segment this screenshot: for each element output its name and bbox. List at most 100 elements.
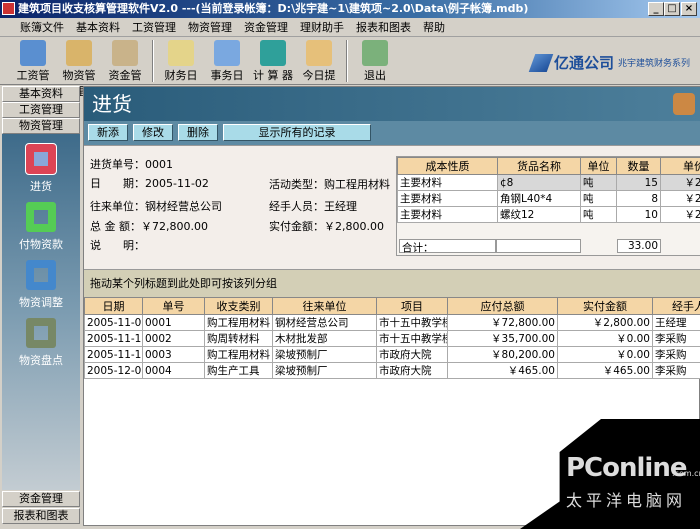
table-cell: ￥465.00 [557,362,653,379]
table-cell: 购生产工具 [204,362,273,379]
menu-item[interactable]: 报表和图表 [350,18,417,36]
purchase-header-icon [673,93,695,115]
nav-item[interactable]: 付物资款 [2,202,80,252]
table-row[interactable]: 2005-11-16 0003 购工程用材料 梁坡预制厂 市政府大院 ￥80,200.00… [84,346,700,363]
column-header[interactable]: 单号 [142,297,205,315]
toolbar-separator [346,40,348,82]
column-header[interactable]: 货品名称 [497,157,581,175]
table-cell: 购工程用材料 [204,314,273,331]
table-row[interactable]: 2005-11-02 0001 购工程用材料 钢材经营总公司 市十五中教学楼 ￥72,80… [84,314,700,331]
sum-quantity: 33.00 [617,239,661,253]
action-bar: 新添 修改 删除 显示所有的记录 [84,121,700,145]
nav-payroll[interactable]: 工资管理 [2,102,80,118]
column-header[interactable]: 单位 [580,157,617,175]
nav-item[interactable]: 进货 [2,143,80,194]
table-cell: 10 [616,206,661,223]
toolbar-button[interactable]: 计 算 器 [253,37,293,84]
column-header[interactable]: 应付总额 [447,297,558,315]
nav-item[interactable]: 物资调整 [2,260,80,310]
brand-logo-icon [528,53,554,72]
table-cell: 15 [616,174,661,191]
paid-value: ￥2,800.00 [324,220,384,233]
table-cell: 购工程用材料 [204,346,273,363]
table-cell: 梁坡预制厂 [272,346,377,363]
menu-item[interactable]: 理财助手 [294,18,350,36]
order-no-value: 0001 [145,158,173,171]
table-cell: ￥2,800.00 [557,314,653,331]
toolbar-button[interactable]: 退出 [355,37,395,84]
column-header[interactable]: 项目 [376,297,448,315]
table-row[interactable]: 主要材料角钢L40*4吨8￥2,200 [397,190,700,207]
payment-icon [26,202,56,232]
title-bar: 建筑项目收支核算管理软件V2.0 ---(当前登录帐簿：D:\兆宇建~1\建筑项… [0,0,700,18]
menu-item[interactable]: 帮助 [417,18,451,36]
show-all-button[interactable]: 显示所有的记录 [223,124,371,141]
column-header[interactable]: 实付金额 [557,297,653,315]
menu-item[interactable]: 物资管理 [182,18,238,36]
table-row[interactable]: 2005-11-15 0002 购周转材料 木材批发部 市十五中教学楼 ￥35,700.0… [84,330,700,347]
column-header[interactable]: 数量 [616,157,661,175]
column-header[interactable]: 日期 [84,297,143,315]
window-title: 建筑项目收支核算管理软件V2.0 ---(当前登录帐簿：D:\兆宇建~1\建筑项… [18,2,529,15]
table-cell: 李采购 [652,346,700,363]
column-header[interactable]: 单价 [660,157,700,175]
table-cell: 王经理 [652,314,700,331]
toolbar-separator [152,40,154,82]
nav-basic-info[interactable]: 基本资料 [2,86,80,102]
menu-item[interactable]: 资金管理 [238,18,294,36]
table-cell: ￥2,520 [660,206,700,223]
toolbar-button[interactable]: 事务日记 [207,37,247,98]
table-cell: 主要材料 [397,174,498,191]
toolbar-button[interactable]: 财务日历 [161,37,201,98]
table-cell: ¢8 [497,174,581,191]
toolbar-button[interactable]: 工资管理 [13,37,53,98]
total-value: ￥72,800.00 [141,220,208,233]
table-cell: 2005-11-16 [84,346,143,363]
group-by-area[interactable]: 拖动某个列标题到此处即可按该列分组 [84,269,700,297]
adjust-icon [26,260,56,290]
nav-panel: 进货付物资款物资调整物资盘点 [2,134,80,490]
table-row[interactable]: 2005-12-08 0004 购生产工具 梁坡预制厂 市政府大院 ￥465.00 ￥465… [84,362,700,379]
table-cell: ￥2,200 [660,190,700,207]
close-button[interactable]: × [681,2,697,16]
reminder-icon [306,40,332,66]
table-row[interactable]: 主要材料¢8吨15￥2,000 [397,174,700,191]
delete-button[interactable]: 删除 [178,124,218,141]
table-row[interactable]: 主要材料螺纹12吨10￥2,520 [397,206,700,223]
nav-item-label: 物资盘点 [19,354,63,367]
minimize-button[interactable]: _ [648,2,664,16]
table-cell: 吨 [580,174,617,191]
nav-item-label: 进货 [30,180,52,193]
column-header[interactable]: 往来单位 [272,297,377,315]
nav-item[interactable]: 物资盘点 [2,318,80,368]
nav-reports[interactable]: 报表和图表 [2,508,80,524]
table-cell: 市十五中教学楼 [376,314,448,331]
type-value: 购工程用材料 [324,178,390,191]
column-header[interactable]: 收支类别 [204,297,273,315]
partner-label: 往来单位： [90,200,145,213]
toolbar-button[interactable]: 资金管理 [105,37,145,98]
brand-subtitle: 兆宇建筑财务系列 [617,59,690,69]
watermark-cn: 太平洋电脑网 [566,491,687,510]
nav-materials[interactable]: 物资管理 [2,118,80,134]
menu-item[interactable]: 工资管理 [126,18,182,36]
edit-button[interactable]: 修改 [133,124,173,141]
nav-item-label: 物资调整 [19,296,63,309]
table-cell: 0004 [142,362,205,379]
maximize-button[interactable]: □ [664,2,680,16]
table-cell: ￥35,700.00 [447,330,558,347]
table-cell: 吨 [580,206,617,223]
nav-funds[interactable]: 资金管理 [2,491,80,507]
menu-item[interactable]: 基本资料 [70,18,126,36]
toolbar-button[interactable]: 物资管理 [59,37,99,98]
toolbar-button[interactable]: 今日提醒 [299,37,339,98]
menu-item[interactable]: 账簿文件 [14,18,70,36]
table-cell: 0003 [142,346,205,363]
purchase-icon [25,143,57,175]
add-button[interactable]: 新添 [88,124,128,141]
table-cell: 市十五中教学楼 [376,330,448,347]
inventory-icon [26,318,56,348]
table-cell: 购周转材料 [204,330,273,347]
column-header[interactable]: 经手人 [652,297,700,315]
column-header[interactable]: 成本性质 [397,157,498,175]
